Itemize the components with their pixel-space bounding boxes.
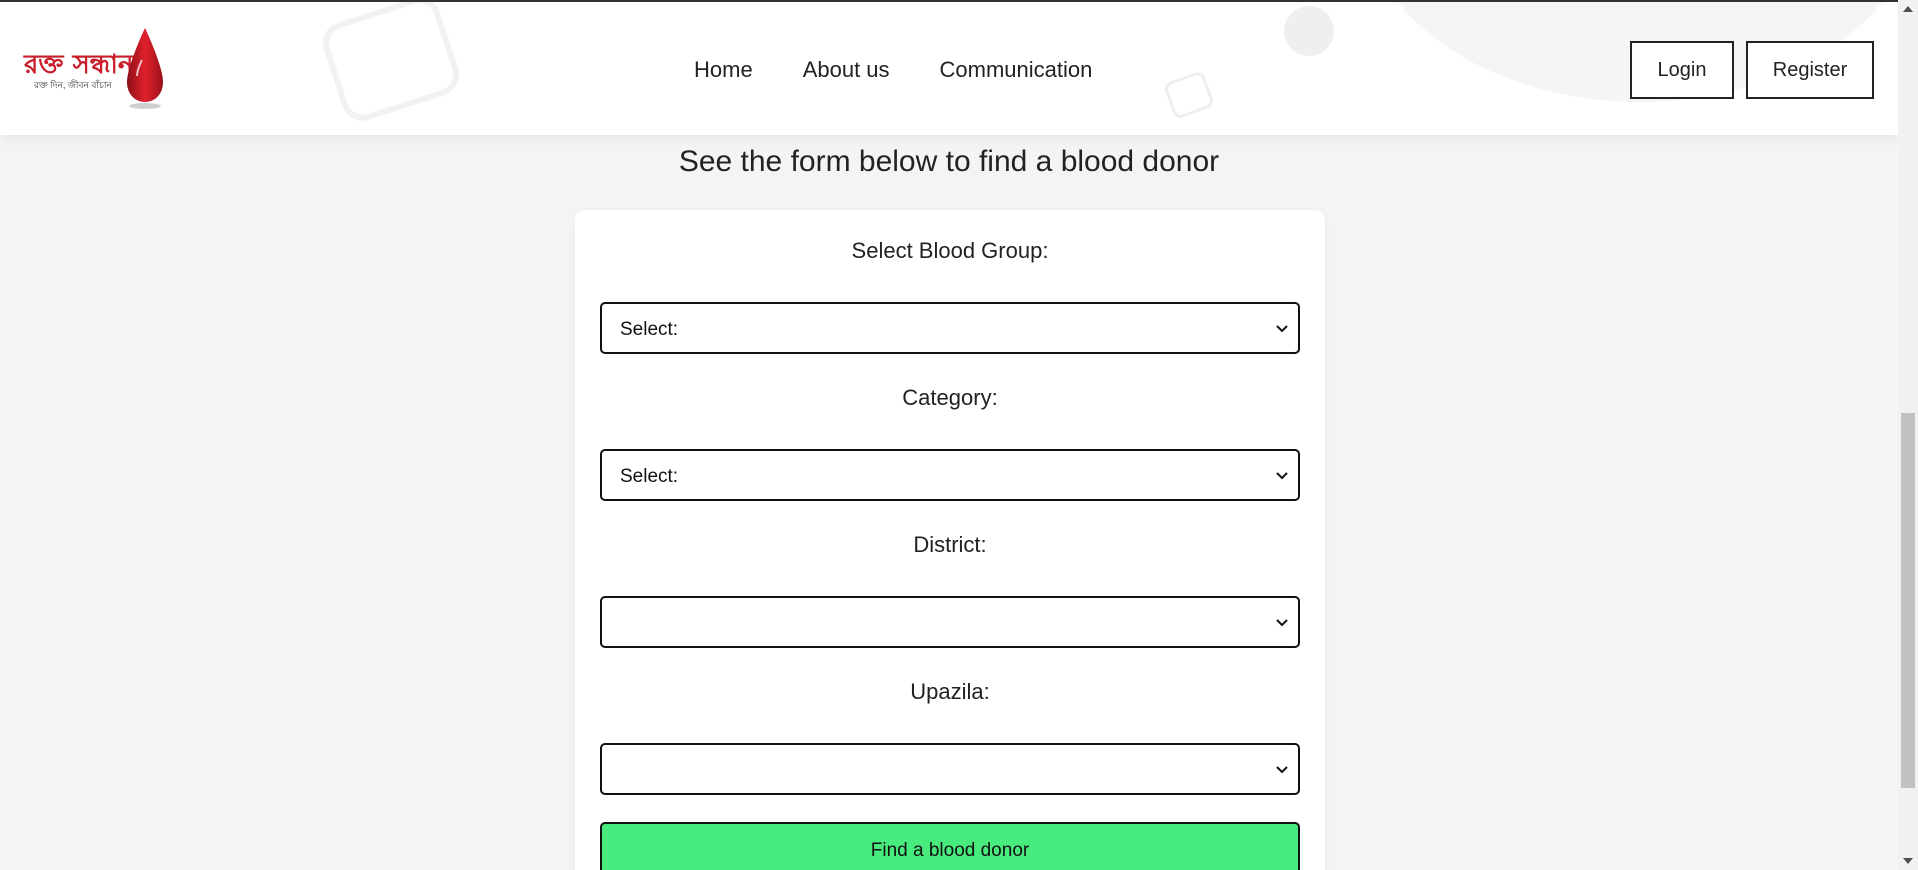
chevron-down-icon [1276, 325, 1288, 333]
main-nav: Home About us Communication [694, 57, 1092, 83]
scrollbar-thumb[interactable] [1901, 413, 1915, 788]
blood-group-select[interactable]: Select: [600, 302, 1300, 354]
login-button[interactable]: Login [1630, 41, 1734, 99]
chevron-down-icon [1276, 619, 1288, 627]
register-button[interactable]: Register [1746, 41, 1874, 99]
decorative-circle [1284, 6, 1334, 56]
blood-group-selected-value: Select: [620, 319, 679, 340]
district-select[interactable] [600, 596, 1300, 648]
chevron-down-icon [1276, 472, 1288, 480]
upazila-label: Upazila: [910, 679, 990, 704]
page: রক্ত সন্ধান রক্ত দিন, জীবন বাঁচান Home A… [0, 0, 1918, 870]
decorative-square [317, 2, 465, 127]
blood-drop-icon [127, 28, 163, 109]
scroll-down-arrow-icon[interactable] [1898, 852, 1918, 870]
site-header: রক্ত সন্ধান রক্ত দিন, জীবন বাঁচান Home A… [0, 2, 1898, 135]
nav-about-link[interactable]: About us [803, 57, 890, 83]
category-selected-value: Select: [620, 466, 679, 487]
donor-search-form: Select Blood Group: Select: Category: Se… [575, 210, 1325, 870]
blood-group-label: Select Blood Group: [851, 238, 1049, 263]
scroll-up-arrow-icon[interactable] [1898, 0, 1918, 18]
decorative-square-small [1162, 69, 1216, 121]
page-heading: See the form below to find a blood donor [678, 145, 1220, 178]
category-label: Category: [902, 385, 998, 410]
find-donor-button[interactable]: Find a blood donor [600, 822, 1300, 870]
nav-communication-link[interactable]: Communication [940, 57, 1093, 83]
district-label: District: [913, 532, 987, 557]
nav-home-link[interactable]: Home [694, 57, 753, 83]
upazila-select[interactable] [600, 743, 1300, 795]
site-logo[interactable]: রক্ত সন্ধান রক্ত দিন, জীবন বাঁচান [22, 24, 167, 110]
category-select[interactable]: Select: [600, 449, 1300, 501]
chevron-down-icon [1276, 766, 1288, 774]
logo-tagline: রক্ত দিন, জীবন বাঁচান [34, 80, 112, 90]
